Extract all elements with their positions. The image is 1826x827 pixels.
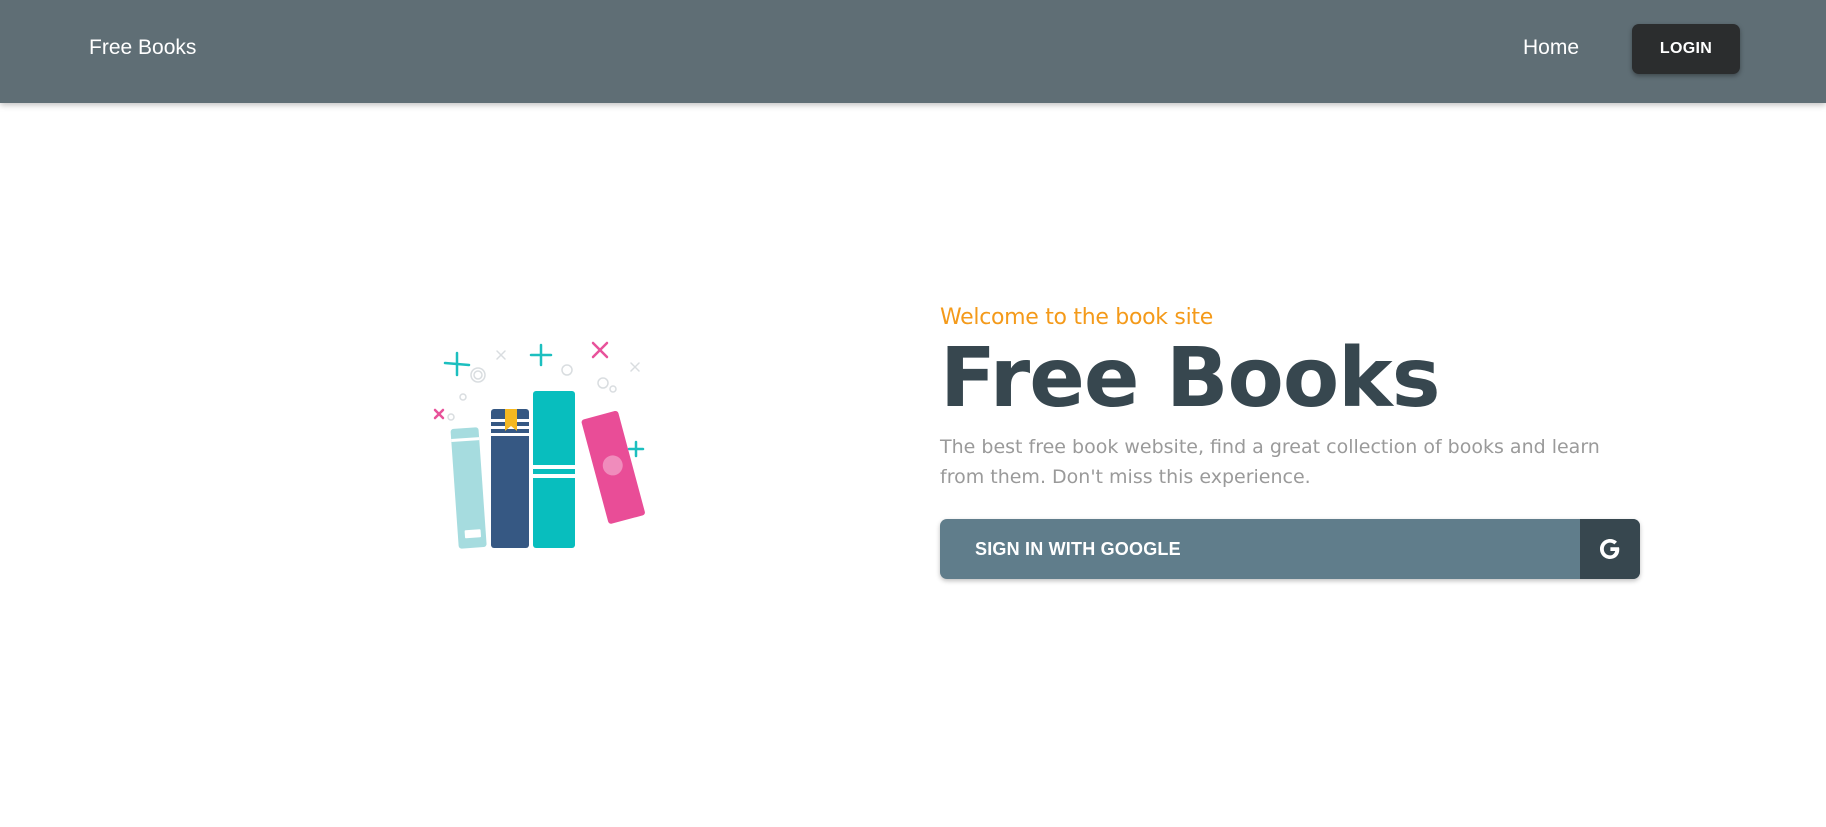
books-illustration (425, 325, 665, 555)
hero-description: The best free book website, find a great… (940, 436, 1600, 488)
top-navbar: Free Books Home LOGIN (0, 0, 1826, 103)
hero-eyebrow: Welcome to the book site (940, 305, 1213, 330)
google-button-label: SIGN IN WITH GOOGLE (975, 539, 1181, 559)
hero-section: Welcome to the book site Free Books The … (940, 305, 1660, 492)
google-icon (1580, 519, 1640, 579)
brand-link[interactable]: Free Books (89, 36, 196, 60)
hero-title: Free Books (940, 331, 1441, 426)
login-button[interactable]: LOGIN (1632, 24, 1740, 74)
nav-home-link[interactable]: Home (1523, 36, 1579, 60)
sign-in-with-google-button[interactable]: SIGN IN WITH GOOGLE (940, 519, 1640, 579)
